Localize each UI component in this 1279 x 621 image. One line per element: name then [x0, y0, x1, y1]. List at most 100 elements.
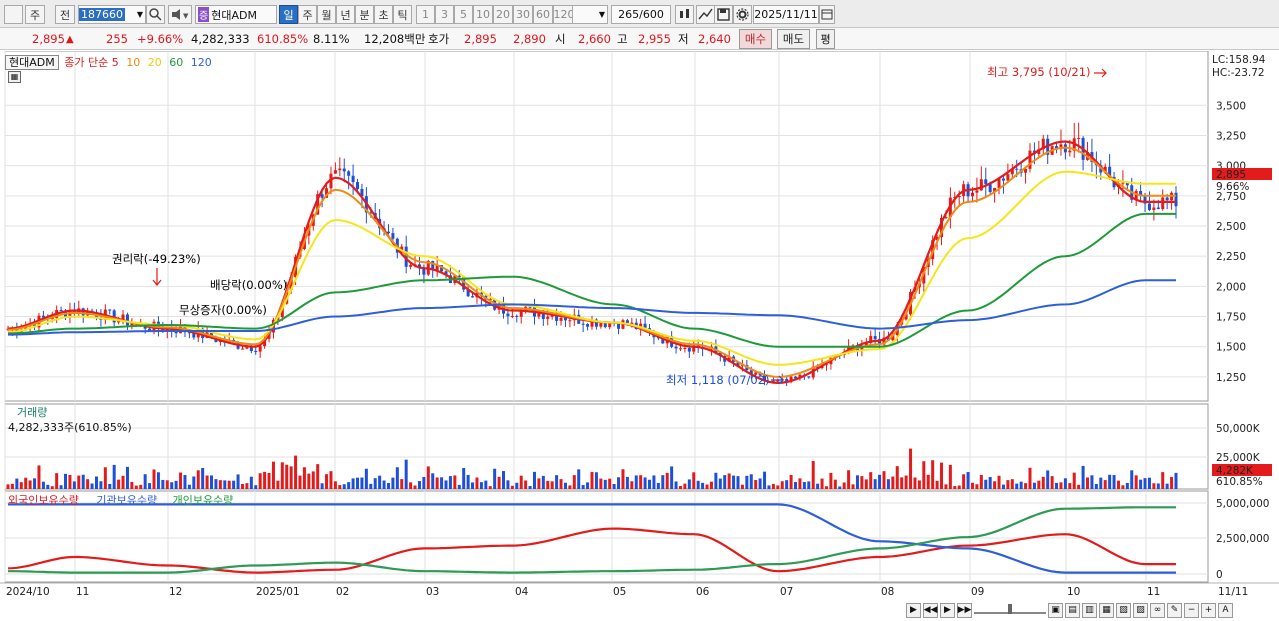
- gear-icon[interactable]: [733, 5, 752, 24]
- candle-body: [603, 323, 607, 328]
- link-icon[interactable]: ∞: [1150, 602, 1165, 618]
- x-tick-label: 03: [426, 586, 439, 598]
- volume-bar: [1072, 472, 1076, 489]
- layout-icon[interactable]: ▣: [1048, 602, 1063, 618]
- sell-button[interactable]: 매도: [777, 29, 810, 49]
- volume-bar: [112, 464, 116, 489]
- price-tag: 2,895: [1216, 169, 1246, 181]
- volume-bar: [497, 476, 501, 489]
- interval-3[interactable]: 3: [435, 5, 454, 24]
- period-tab-6[interactable]: 틱: [393, 5, 412, 24]
- window-icon[interactable]: [4, 5, 23, 24]
- volume-bar: [493, 468, 497, 489]
- layout6-icon[interactable]: ▨: [1133, 602, 1148, 618]
- y-tick-label: 1,500: [1216, 342, 1246, 354]
- high-annotation: 최고 3,795 (10/21): [987, 65, 1091, 79]
- interval-10[interactable]: 10: [473, 5, 493, 24]
- rights-annotation: 권리락(-49.23%): [112, 252, 201, 266]
- save-icon[interactable]: [714, 5, 733, 24]
- x-tick-label: 05: [613, 586, 626, 598]
- volume-bar: [687, 479, 691, 489]
- layout4-icon[interactable]: ▦: [1099, 602, 1114, 618]
- volume-bar: [581, 485, 585, 489]
- eval-button[interactable]: 평: [816, 29, 835, 49]
- volume-bar: [656, 482, 660, 489]
- zoom-in-icon[interactable]: +: [1201, 602, 1216, 618]
- date-field[interactable]: 2025/11/11: [753, 5, 819, 24]
- y-tick-label: 1,250: [1216, 372, 1246, 384]
- volume-bar: [475, 477, 479, 489]
- volume-bar: [851, 484, 855, 489]
- layout3-icon[interactable]: ▥: [1082, 602, 1097, 618]
- period-tab-5[interactable]: 초: [374, 5, 393, 24]
- stock-name-field[interactable]: 증 현대ADM: [195, 5, 277, 24]
- period-tab-2[interactable]: 월: [317, 5, 336, 24]
- period-tab-4[interactable]: 분: [355, 5, 374, 24]
- volume-bar: [873, 479, 877, 489]
- volume-bar: [975, 484, 979, 489]
- interval-30[interactable]: 30: [513, 5, 533, 24]
- scroll-right-icon[interactable]: ▶: [906, 602, 921, 618]
- layout2-icon[interactable]: ▤: [1065, 602, 1080, 618]
- speaker-icon[interactable]: ▼: [168, 5, 192, 24]
- wrench-icon[interactable]: ✎: [1167, 602, 1182, 618]
- period-tab-0[interactable]: 일: [279, 5, 298, 24]
- volume-tick-label: 25,000K: [1216, 452, 1261, 464]
- volume-bar: [970, 482, 974, 489]
- foreign-holding-label: 외국인보유수량: [8, 494, 79, 507]
- volume-bar: [457, 484, 461, 489]
- volume-bar: [404, 459, 408, 489]
- fast-forward-icon[interactable]: ▶▶: [957, 602, 972, 618]
- volume-bar: [10, 483, 14, 489]
- calendar-icon[interactable]: [819, 5, 835, 24]
- volume-bar: [134, 485, 138, 489]
- price-panel-name[interactable]: 현대ADM: [5, 55, 59, 70]
- toolbar: 주 전 187660 ▼ ▼ 증 현대ADM 일주월년분초틱 1 3 5 10 20 30…: [0, 0, 1279, 28]
- volume-bar: [46, 484, 50, 489]
- chevron-down-icon[interactable]: ▼: [137, 10, 145, 19]
- candle-body: [506, 313, 510, 317]
- volume-bar: [895, 466, 899, 489]
- volume-bar: [590, 471, 594, 489]
- volume-bar: [1015, 483, 1019, 489]
- play-icon[interactable]: ▶: [940, 602, 955, 618]
- zoom-slider[interactable]: [974, 604, 1046, 614]
- holder-tick-label: 2,500,000: [1216, 533, 1269, 545]
- volume-bar: [192, 476, 196, 489]
- ask-price: 2,895: [464, 32, 497, 46]
- count-field[interactable]: 265/600: [611, 5, 671, 24]
- dividend-annotation: 배당락(0.00%): [210, 278, 287, 292]
- candle-body: [984, 179, 988, 185]
- buy-button[interactable]: 매수: [739, 29, 772, 49]
- interval-1[interactable]: 1: [416, 5, 435, 24]
- rewind-icon[interactable]: ◀◀: [923, 602, 938, 618]
- zoom-out-icon[interactable]: −: [1184, 602, 1199, 618]
- interval-dropdown[interactable]: ▼: [572, 5, 608, 24]
- volume-bar: [471, 482, 475, 489]
- interval-20[interactable]: 20: [493, 5, 513, 24]
- interval-5[interactable]: 5: [454, 5, 473, 24]
- volume-bar: [37, 465, 41, 489]
- volume-bar: [417, 481, 421, 489]
- period-tab-3[interactable]: 년: [336, 5, 355, 24]
- volume-bar: [6, 484, 10, 489]
- market-select[interactable]: 주: [25, 5, 45, 24]
- candle-type-icon[interactable]: [675, 5, 694, 24]
- x-tick-label: 02: [336, 586, 349, 598]
- layout5-icon[interactable]: ▧: [1116, 602, 1131, 618]
- period-tab-1[interactable]: 주: [298, 5, 317, 24]
- search-icon[interactable]: [146, 5, 165, 24]
- font-size-icon[interactable]: A: [1218, 602, 1233, 618]
- volume-bar: [289, 466, 293, 489]
- chart-canvas[interactable]: 3,5003,2503,0002,7502,5002,2502,0001,750…: [0, 51, 1279, 621]
- volume-bar: [1059, 482, 1063, 489]
- draw-tool-icon[interactable]: [696, 5, 715, 24]
- volume-bar: [24, 477, 28, 489]
- volume-bar: [833, 479, 837, 489]
- code-input[interactable]: 187660 ▼: [78, 5, 146, 24]
- interval-60[interactable]: 60: [533, 5, 553, 24]
- table-toggle-icon[interactable]: ▦: [8, 71, 21, 83]
- candle-body: [125, 314, 129, 326]
- prev-button[interactable]: 전: [55, 5, 75, 24]
- volume-bar: [847, 470, 851, 489]
